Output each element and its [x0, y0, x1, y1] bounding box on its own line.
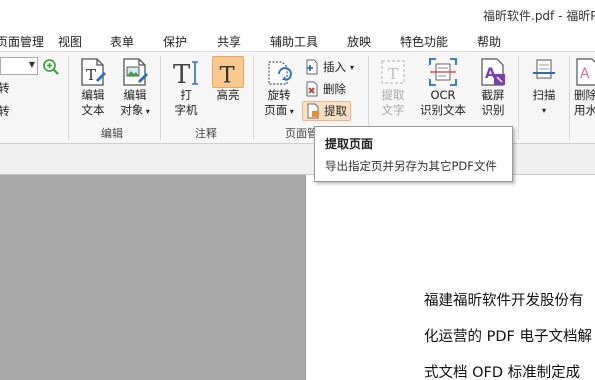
extract-page-label: 提取 [324, 104, 347, 118]
menu-protect[interactable]: 保护 [163, 33, 187, 50]
ocr-label-1: OCR [430, 88, 456, 102]
menu-accessibility[interactable]: 辅助工具 [270, 33, 318, 50]
highlight-icon: T [212, 56, 244, 88]
remove-watermark-label-1: 删除 [574, 88, 595, 102]
highlight-button[interactable]: T 高亮 [209, 56, 247, 103]
extract-text-button[interactable]: T 提取 文字 [374, 56, 412, 118]
delete-page-button[interactable]: 删除 [304, 79, 346, 99]
dropdown-arrow-icon: ▾ [350, 62, 355, 72]
insert-page-button[interactable]: 插入 ▾ [304, 57, 354, 77]
menu-view[interactable]: 视图 [58, 33, 82, 50]
delete-page-label: 删除 [323, 82, 346, 96]
dropdown-arrow-icon: ▾ [541, 106, 546, 115]
page-text-line-2: 化运营的 PDF 电子文档解 [424, 329, 592, 345]
separator [160, 56, 161, 140]
svg-text:T: T [220, 62, 235, 88]
scan-label: 扫描 [532, 88, 556, 102]
extract-page-icon [307, 103, 319, 119]
edit-object-button[interactable]: 编辑 对象 ▾ [115, 56, 155, 119]
rotate-page-icon [268, 61, 292, 85]
edit-object-text: 对象 [120, 103, 144, 117]
chevron-down-icon: ▼ [28, 60, 35, 69]
page-text-line-3: 式文档 OFD 标准制定成 [424, 365, 581, 380]
typewriter-label-1: 打 [180, 88, 192, 102]
edit-object-icon [123, 58, 148, 86]
menu-slideshow[interactable]: 放映 [347, 33, 371, 50]
ocr-button[interactable]: OCR 识别文本 [415, 56, 471, 118]
zoom-dropdown[interactable]: ▼ [0, 57, 38, 75]
remove-watermark-button[interactable]: A 删除 用水 [574, 56, 595, 118]
separator [253, 56, 254, 140]
menu-form[interactable]: 表单 [110, 33, 134, 50]
screenshot-ocr-icon: A [481, 58, 505, 86]
svg-text:T: T [86, 66, 96, 84]
page-text-line-1: 福建福昕软件开发股份有 [424, 293, 584, 309]
extract-text-label-2: 文字 [381, 103, 405, 117]
menu-features[interactable]: 特色功能 [400, 33, 448, 50]
screenshot-ocr-label-2: 识别 [481, 103, 505, 117]
insert-page-icon [306, 59, 318, 75]
pdf-page[interactable]: 福建福昕软件开发股份有 化运营的 PDF 电子文档解 式文档 OFD 标准制定成 [305, 175, 595, 380]
title-bar: 福昕软件.pdf - 福昕P [0, 0, 595, 30]
svg-text:T: T [388, 65, 398, 83]
screenshot-ocr-button[interactable]: A 截屏 识别 [474, 56, 512, 118]
menu-share[interactable]: 共享 [217, 33, 241, 50]
extract-page-tooltip: 提取页面 导出指定页并另存为其它PDF文件 [314, 126, 513, 182]
dropdown-arrow-icon: ▾ [143, 107, 150, 116]
insert-page-label: 插入 [323, 60, 346, 74]
typewriter-button[interactable]: T 打 字机 [169, 56, 203, 118]
edit-text-label-2: 文本 [81, 103, 105, 117]
svg-text:T: T [173, 60, 191, 88]
extract-text-icon: T [381, 60, 405, 84]
menu-page-management[interactable]: 页面管理 [0, 33, 44, 50]
edit-text-button[interactable]: T 编辑 文本 [74, 56, 112, 118]
extract-text-label-1: 提取 [381, 88, 405, 102]
tooltip-title: 提取页面 [325, 137, 374, 151]
edit-object-label-1: 编辑 [123, 88, 147, 102]
scan-button[interactable]: 扫描 ▾ [526, 56, 562, 118]
tooltip-description: 导出指定页并另存为其它PDF文件 [325, 159, 497, 173]
group-label-edit: 编辑 [101, 127, 123, 140]
screenshot-ocr-label-1: 截屏 [481, 88, 505, 102]
rotate-label-clipped-2[interactable]: 转 [0, 103, 10, 119]
typewriter-label-2: 字机 [174, 103, 198, 117]
ocr-scan-icon [429, 58, 457, 86]
zoom-in-icon[interactable] [42, 58, 60, 76]
menu-bar: 页面管理 视图 表单 保护 共享 辅助工具 放映 特色功能 帮助 [0, 30, 595, 52]
rotate-page-label-1: 旋转 [267, 88, 291, 102]
separator [518, 56, 519, 140]
typewriter-icon: T [173, 60, 198, 88]
rotate-page-button[interactable]: 旋转 页面 ▾ [259, 56, 299, 119]
svg-text:A: A [580, 66, 590, 82]
edit-text-label-1: 编辑 [81, 88, 105, 102]
extract-page-button[interactable]: 提取 [302, 101, 351, 121]
delete-page-icon [306, 81, 318, 97]
separator [569, 56, 570, 140]
menu-help[interactable]: 帮助 [477, 33, 501, 50]
highlight-label: 高亮 [216, 88, 240, 102]
rotate-label-clipped-1[interactable]: 转 [0, 80, 10, 96]
watermark-icon: A [576, 58, 595, 86]
rotate-page-label-2: 页面 ▾ [259, 103, 299, 119]
dropdown-arrow-icon: ▾ [287, 107, 294, 116]
rotate-page-text: 页面 [264, 103, 288, 117]
ocr-label-2: 识别文本 [420, 103, 466, 117]
document-background [0, 175, 305, 380]
window-title: 福昕软件.pdf - 福昕P [483, 9, 595, 23]
group-label-comment: 注释 [195, 127, 217, 140]
edit-text-icon: T [81, 58, 106, 86]
separator [68, 56, 69, 140]
edit-object-label-2: 对象 ▾ [115, 103, 155, 119]
scanner-icon [533, 59, 555, 79]
remove-watermark-label-2: 用水 [574, 103, 595, 117]
